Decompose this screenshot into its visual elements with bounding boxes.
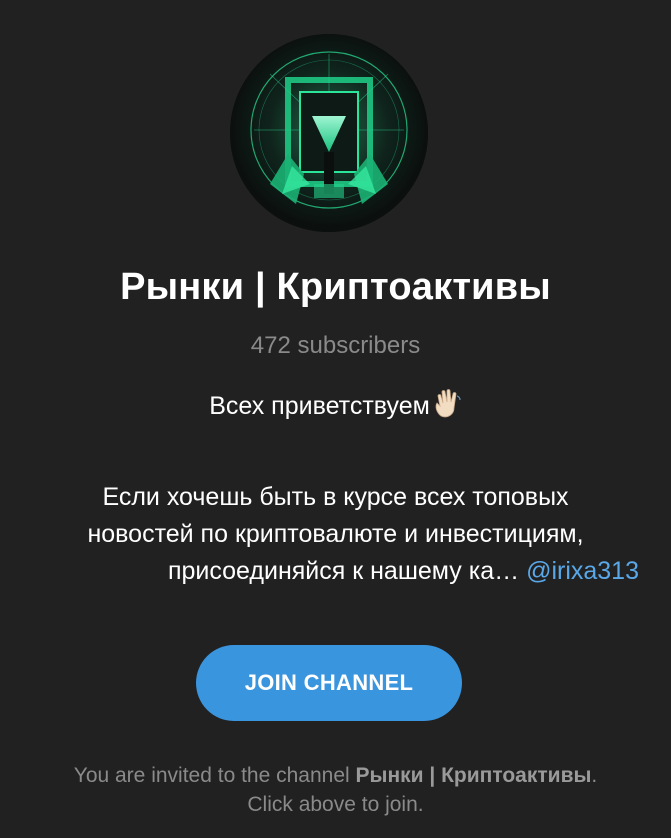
- footer-channel-name: Рынки | Криптоактивы: [355, 764, 592, 787]
- channel-title: Рынки | Криптоактивы: [120, 266, 551, 308]
- waving-hand-icon: [432, 388, 462, 420]
- join-channel-button[interactable]: JOIN CHANNEL: [196, 645, 462, 721]
- greeting-line: Всех приветствуем: [20, 388, 651, 425]
- greeting-text: Всех приветствуем: [209, 392, 430, 420]
- footer-line-2: Click above to join.: [247, 793, 424, 816]
- footer-suffix: .: [591, 764, 598, 787]
- channel-avatar: [230, 34, 428, 232]
- channel-invite-page: Рынки | Криптоактивы 472 subscribers Все…: [0, 0, 671, 838]
- description-line-3-text: присоединяйся к нашему ка…: [167, 557, 520, 585]
- crypto-channel-avatar-icon: [230, 34, 428, 232]
- description-line-1: Если хочешь быть в курсе всех топовых: [102, 483, 569, 511]
- subscriber-count: 472 subscribers: [250, 332, 421, 359]
- mention-link[interactable]: @irixa313: [526, 557, 639, 585]
- invite-footer: You are invited to the channel Рынки | К…: [0, 761, 671, 819]
- description-line-2: новостей по криптовалюте и инвестициям,: [87, 520, 584, 548]
- description-line-3: присоединяйся к нашему ка… @irixa313: [20, 553, 651, 590]
- footer-prefix: You are invited to the channel: [73, 764, 356, 787]
- channel-description: Если хочешь быть в курсе всех топовых но…: [20, 479, 651, 590]
